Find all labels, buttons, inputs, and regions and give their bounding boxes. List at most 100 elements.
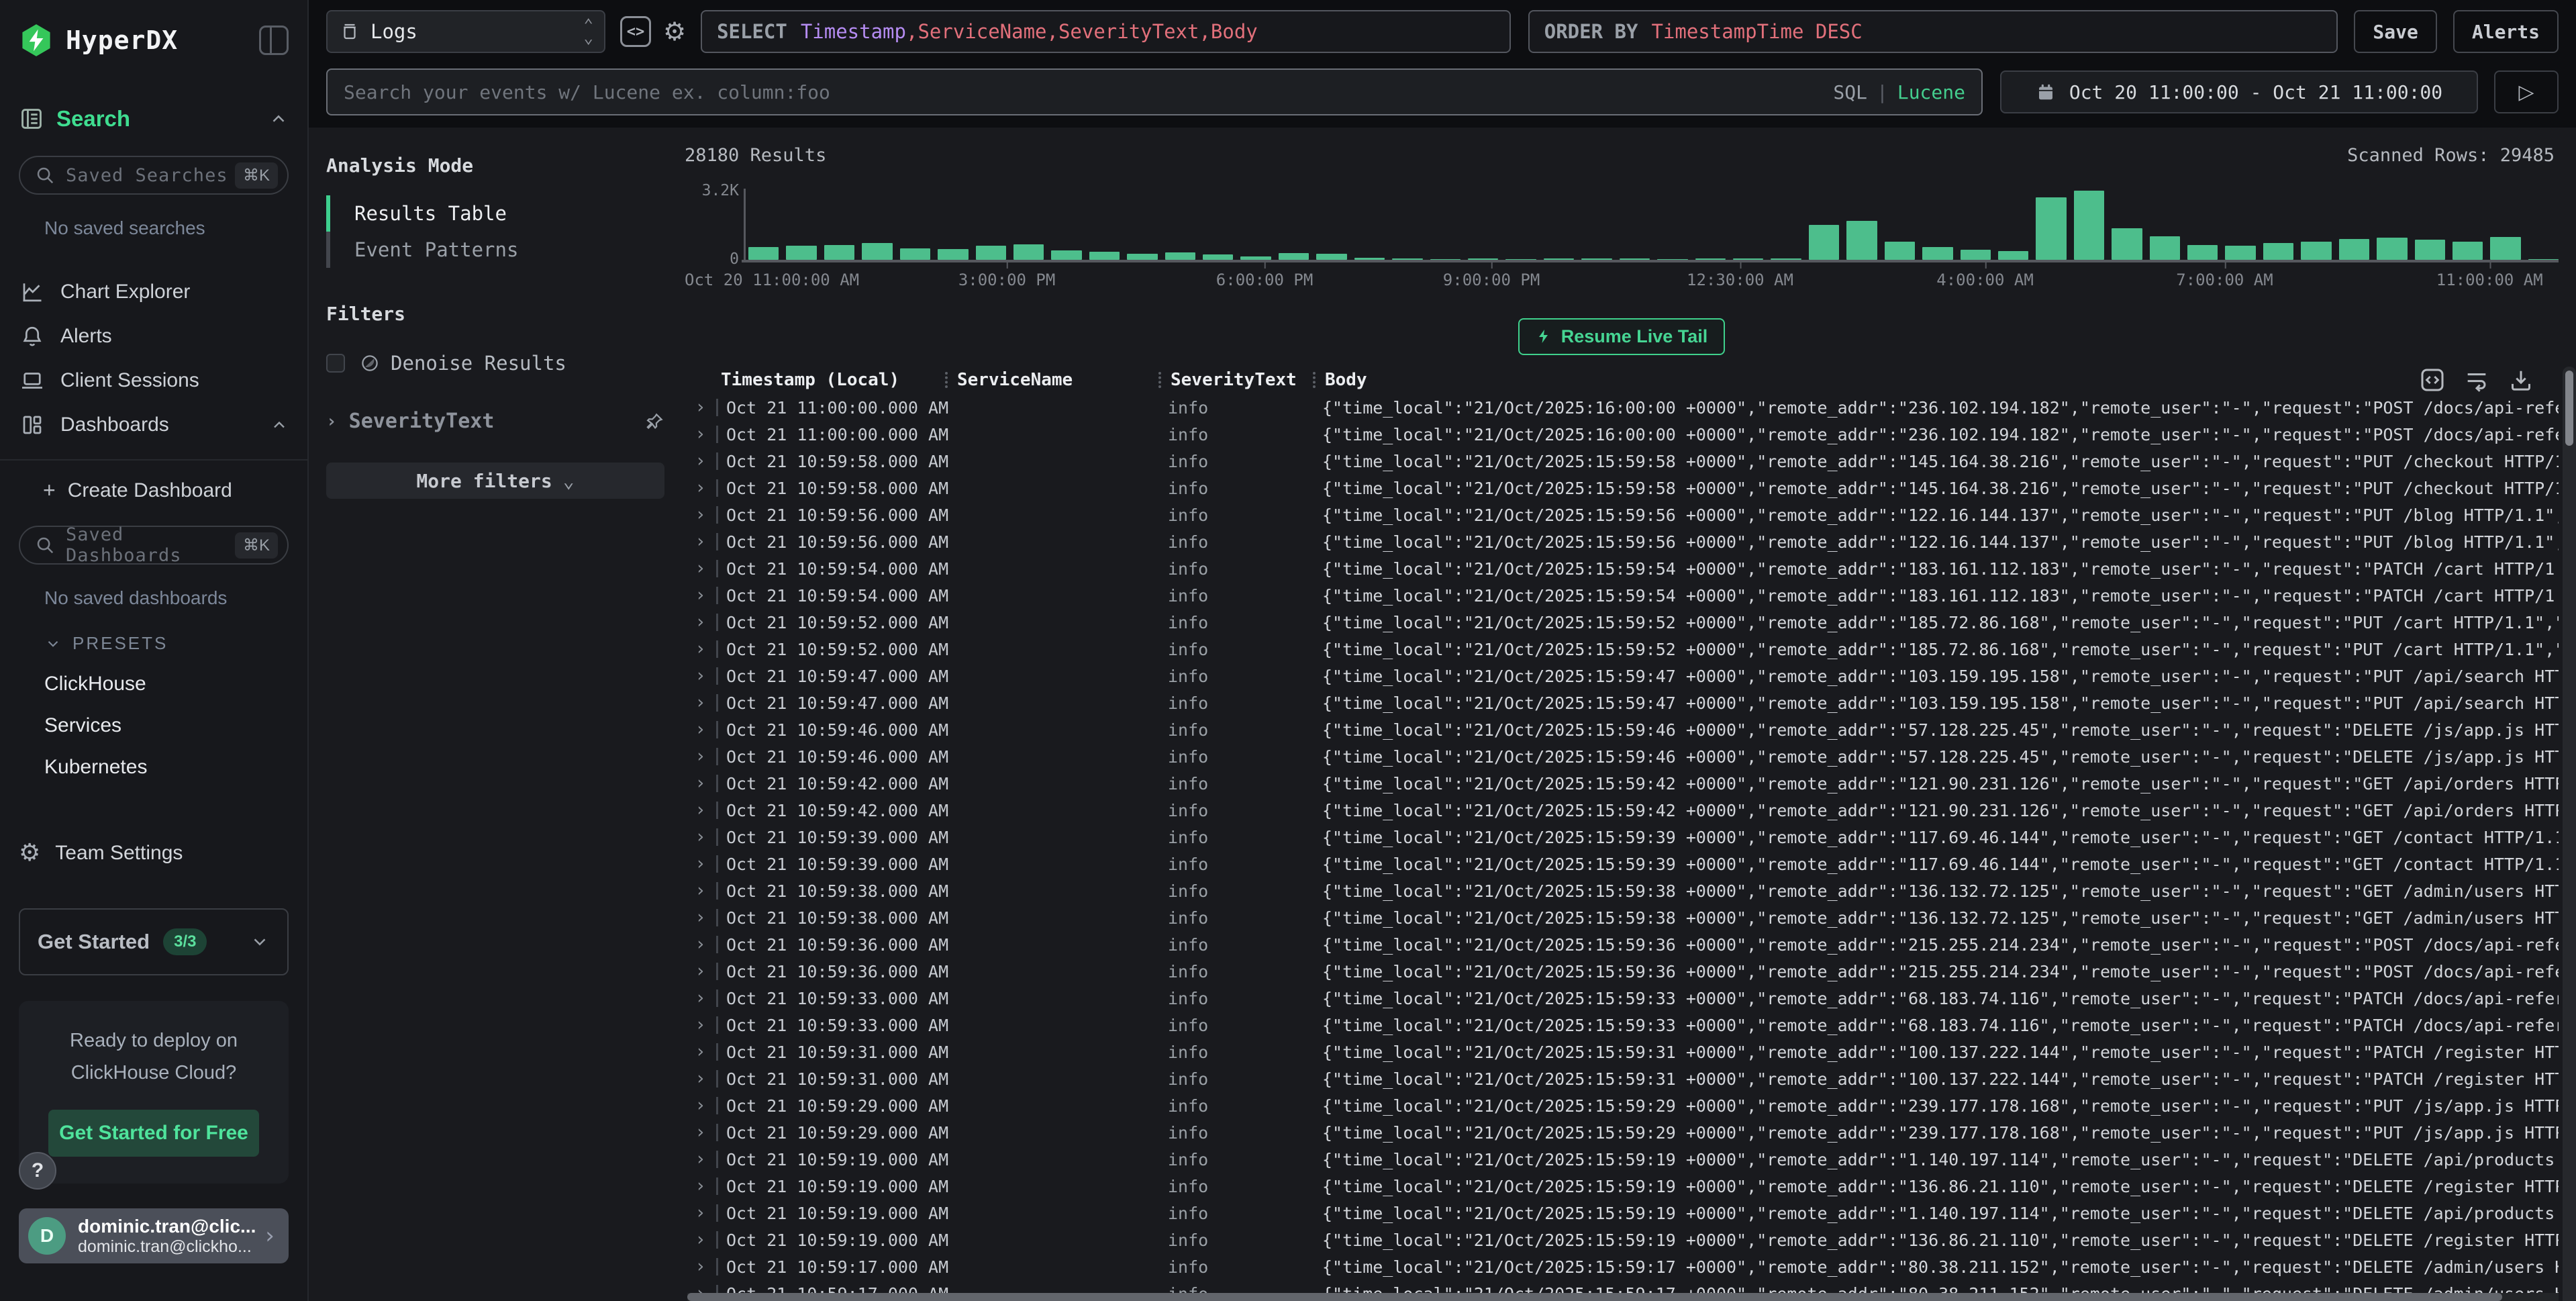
histogram-bar[interactable]	[900, 248, 930, 260]
histogram-bar[interactable]	[1316, 254, 1346, 260]
table-row[interactable]: ›Oct 21 10:59:29.000 AMinfo{"time_local"…	[685, 1119, 2559, 1146]
table-row[interactable]: ›Oct 21 10:59:31.000 AMinfo{"time_local"…	[685, 1065, 2559, 1092]
table-row[interactable]: ›Oct 21 10:59:33.000 AMinfo{"time_local"…	[685, 1012, 2559, 1039]
create-dashboard-button[interactable]: + Create Dashboard	[43, 478, 289, 503]
sidebar-item-dashboards[interactable]: Dashboards	[19, 403, 289, 447]
table-row[interactable]: ›Oct 21 10:59:47.000 AMinfo{"time_local"…	[685, 689, 2559, 716]
expand-chevron-icon[interactable]: ›	[685, 990, 718, 1007]
histogram-bar[interactable]	[1089, 252, 1120, 260]
run-query-button[interactable]: ▷	[2494, 70, 2559, 113]
code-view-icon[interactable]	[2419, 367, 2446, 393]
table-row[interactable]: ›Oct 21 10:59:36.000 AMinfo{"time_local"…	[685, 931, 2559, 958]
column-header-severitytext[interactable]: SeverityText	[1168, 370, 1322, 390]
histogram-bar[interactable]	[1544, 258, 1574, 260]
expand-chevron-icon[interactable]: ›	[685, 667, 718, 685]
histogram-bar[interactable]	[1392, 258, 1422, 260]
table-row[interactable]: ›Oct 21 10:59:58.000 AMinfo{"time_local"…	[685, 475, 2559, 501]
table-row[interactable]: ›Oct 21 10:59:46.000 AMinfo{"time_local"…	[685, 716, 2559, 743]
expand-chevron-icon[interactable]: ›	[685, 882, 718, 900]
expand-chevron-icon[interactable]: ›	[685, 1016, 718, 1034]
pin-icon[interactable]	[644, 412, 664, 432]
tab-event-patterns[interactable]: Event Patterns	[326, 232, 664, 268]
table-row[interactable]: ›Oct 21 10:59:29.000 AMinfo{"time_local"…	[685, 1092, 2559, 1119]
collapse-sidebar-icon[interactable]	[259, 26, 289, 55]
user-menu[interactable]: D dominic.tran@clic... dominic.tran@clic…	[19, 1208, 289, 1263]
histogram-bar[interactable]	[2301, 242, 2331, 260]
date-range-picker[interactable]: Oct 20 11:00:00 - Oct 21 11:00:00	[2000, 70, 2478, 113]
expand-chevron-icon[interactable]: ›	[685, 963, 718, 980]
histogram-bar[interactable]	[2263, 243, 2293, 260]
histogram-bar[interactable]	[1771, 258, 1801, 260]
vertical-scrollbar[interactable]	[2563, 367, 2576, 1301]
expand-chevron-icon[interactable]: ›	[685, 533, 718, 550]
histogram-bar[interactable]	[1165, 252, 1195, 260]
presets-group-toggle[interactable]: PRESETS	[44, 633, 289, 654]
expand-chevron-icon[interactable]: ›	[685, 1177, 718, 1195]
histogram-bar[interactable]	[1013, 244, 1044, 260]
histogram-bar[interactable]	[862, 243, 892, 260]
expand-chevron-icon[interactable]: ›	[685, 855, 718, 873]
vertical-scrollbar-thumb[interactable]	[2565, 371, 2573, 446]
column-header-timestamp[interactable]: Timestamp (Local)	[718, 370, 954, 390]
table-row[interactable]: ›Oct 21 10:59:31.000 AMinfo{"time_local"…	[685, 1039, 2559, 1065]
histogram-bar[interactable]	[1922, 247, 1952, 260]
table-row[interactable]: ›Oct 21 10:59:19.000 AMinfo{"time_local"…	[685, 1146, 2559, 1173]
sidebar-item-chart-explorer[interactable]: Chart Explorer	[19, 270, 289, 314]
order-by-input[interactable]: ORDER BY TimestampTime DESC	[1528, 10, 2338, 53]
download-icon[interactable]	[2508, 367, 2534, 393]
expand-chevron-icon[interactable]: ›	[685, 614, 718, 631]
select-clause-input[interactable]: SELECT Timestamp,ServiceName,SeverityTex…	[701, 10, 1511, 53]
expand-chevron-icon[interactable]: ›	[685, 1070, 718, 1088]
source-settings-gear-icon[interactable]: ⚙	[663, 17, 686, 46]
histogram-bar[interactable]	[1240, 256, 1271, 260]
histogram-bar[interactable]	[1051, 250, 1081, 260]
expand-chevron-icon[interactable]: ›	[685, 775, 718, 792]
event-search-input[interactable]: Search your events w/ Lucene ex. column:…	[326, 68, 1983, 115]
table-row[interactable]: ›Oct 21 10:59:38.000 AMinfo{"time_local"…	[685, 877, 2559, 904]
histogram-bar[interactable]	[824, 245, 854, 260]
histogram-bar[interactable]	[2490, 237, 2520, 260]
get-started-accordion[interactable]: Get Started 3/3	[19, 908, 289, 975]
table-row[interactable]: ›Oct 21 10:59:58.000 AMinfo{"time_local"…	[685, 448, 2559, 475]
column-header-servicename[interactable]: ServiceName	[954, 370, 1168, 390]
sidebar-item-search[interactable]: Search	[56, 106, 268, 132]
histogram-bar[interactable]	[1127, 254, 1157, 260]
histogram-bar[interactable]	[1430, 259, 1460, 260]
histogram-bar[interactable]	[938, 249, 968, 260]
table-row[interactable]: ›Oct 21 10:59:17.000 AMinfo{"time_local"…	[685, 1253, 2559, 1280]
histogram-bar[interactable]	[1846, 221, 1877, 260]
wrap-text-icon[interactable]	[2463, 367, 2490, 393]
table-row[interactable]: ›Oct 21 10:59:47.000 AMinfo{"time_local"…	[685, 663, 2559, 689]
histogram-bar[interactable]	[2150, 236, 2180, 260]
code-mode-icon[interactable]: <>	[620, 16, 651, 47]
histogram-bar[interactable]	[2074, 191, 2104, 260]
histogram-bar[interactable]	[2415, 240, 2445, 260]
histogram-bar[interactable]	[1505, 259, 1536, 260]
denoise-results-toggle[interactable]: Denoise Results	[326, 352, 664, 375]
histogram-bar[interactable]	[1998, 251, 2028, 260]
expand-chevron-icon[interactable]: ›	[685, 1151, 718, 1168]
saved-searches-input[interactable]: Saved Searches ⌘K	[19, 156, 289, 195]
histogram-bar[interactable]	[2187, 245, 2218, 260]
histogram-bar[interactable]	[2036, 197, 2066, 260]
table-row[interactable]: ›Oct 21 10:59:38.000 AMinfo{"time_local"…	[685, 904, 2559, 931]
histogram-bar[interactable]	[1203, 254, 1233, 260]
table-row[interactable]: ›Oct 21 10:59:46.000 AMinfo{"time_local"…	[685, 743, 2559, 770]
histogram-bar[interactable]	[976, 246, 1006, 260]
alerts-button[interactable]: Alerts	[2453, 10, 2559, 53]
histogram-bar[interactable]	[2112, 228, 2142, 260]
chevron-up-icon[interactable]	[268, 109, 289, 129]
table-row[interactable]: ›Oct 21 10:59:54.000 AMinfo{"time_local"…	[685, 582, 2559, 609]
chevron-up-icon[interactable]	[270, 416, 289, 434]
source-select[interactable]: Logs ⌃⌄	[326, 10, 605, 53]
expand-chevron-icon[interactable]: ›	[685, 1231, 718, 1249]
expand-chevron-icon[interactable]: ›	[685, 721, 718, 738]
expand-chevron-icon[interactable]: ›	[685, 640, 718, 658]
histogram-bar[interactable]	[2339, 239, 2369, 260]
expand-chevron-icon[interactable]: ›	[685, 748, 718, 765]
expand-chevron-icon[interactable]: ›	[685, 452, 718, 470]
get-started-free-button[interactable]: Get Started for Free	[48, 1110, 260, 1157]
table-row[interactable]: ›Oct 21 10:59:42.000 AMinfo{"time_local"…	[685, 797, 2559, 824]
language-toggle-lucene[interactable]: Lucene	[1897, 81, 1965, 103]
table-row[interactable]: ›Oct 21 10:59:33.000 AMinfo{"time_local"…	[685, 985, 2559, 1012]
